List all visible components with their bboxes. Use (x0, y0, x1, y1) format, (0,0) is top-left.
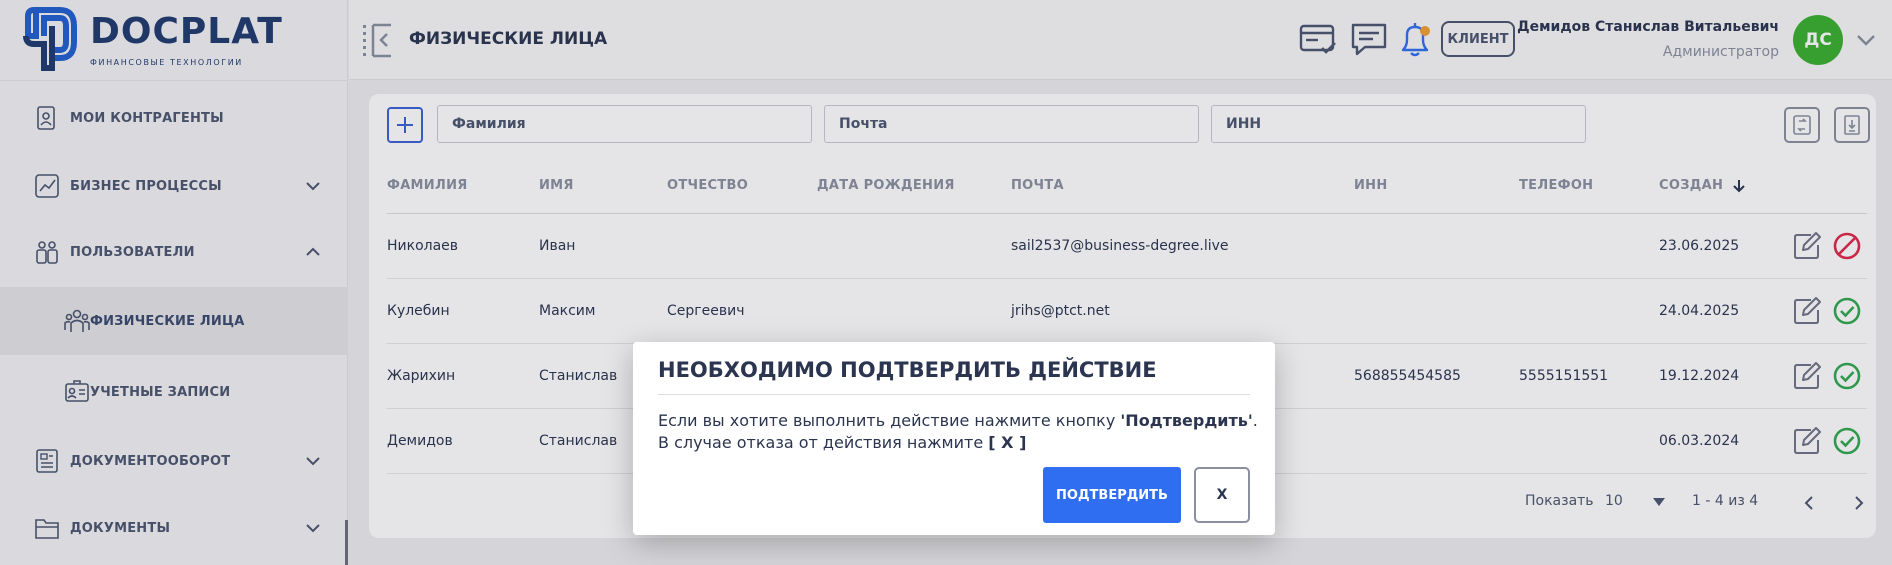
confirm-button[interactable]: ПОДТВЕРДИТЬ (1043, 467, 1181, 523)
dialog-line1-bold: 'Подтвердить' (1120, 411, 1253, 430)
confirm-action-dialog: НЕОБХОДИМО ПОДТВЕРДИТЬ ДЕЙСТВИЕ Если вы … (633, 342, 1275, 535)
dialog-line2-bold: [ X ] (988, 433, 1027, 452)
dialog-divider (658, 394, 1250, 395)
cancel-button[interactable]: X (1194, 467, 1250, 523)
dialog-title: НЕОБХОДИМО ПОДТВЕРДИТЬ ДЕЙСТВИЕ (658, 358, 1157, 382)
dialog-line2-prefix: В случае отказа от действия нажмите (658, 433, 989, 452)
dialog-message: Если вы хотите выполнить действие нажмит… (658, 410, 1258, 454)
dialog-line1-prefix: Если вы хотите выполнить действие нажмит… (658, 411, 1121, 430)
dialog-line1-suffix: . (1252, 411, 1258, 430)
